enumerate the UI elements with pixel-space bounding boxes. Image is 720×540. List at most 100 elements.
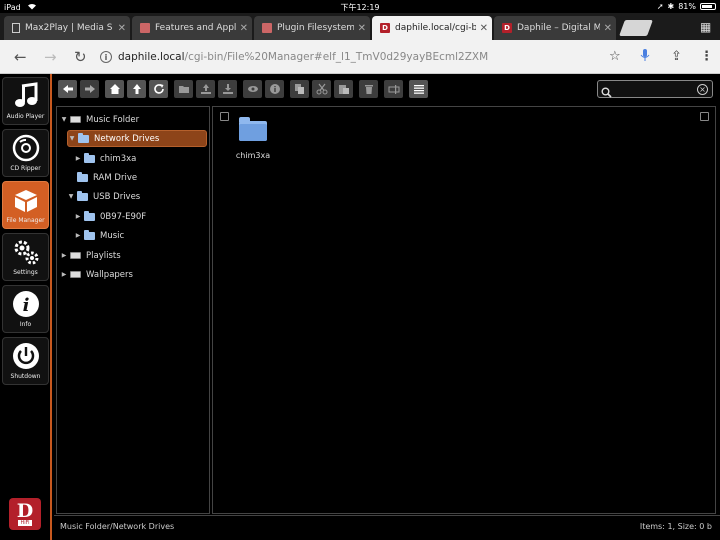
list-view-icon: [413, 85, 424, 94]
close-icon[interactable]: ✕: [604, 23, 612, 34]
cube-icon: [262, 23, 272, 33]
tab-strip: Max2Play | Media S ✕ Features and Applic…: [0, 13, 720, 40]
microphone-icon[interactable]: [640, 49, 650, 66]
clear-search-icon[interactable]: ×: [697, 84, 708, 95]
folder-icon: [77, 190, 88, 201]
nav-shutdown[interactable]: Shutdown: [2, 337, 49, 385]
tree-label: Wallpapers: [86, 269, 133, 280]
cut-button[interactable]: [312, 80, 331, 98]
nav-label: Shutdown: [10, 373, 41, 380]
forward-icon[interactable]: →: [44, 48, 57, 66]
new-tab-button[interactable]: [619, 20, 653, 36]
cd-icon: [12, 134, 39, 162]
forward-button[interactable]: [80, 80, 99, 98]
close-icon[interactable]: ✕: [118, 23, 126, 34]
network-folder-icon: [78, 132, 89, 143]
nav-label: Audio Player: [6, 113, 45, 120]
browser-tab[interactable]: Plugin Filesystem/ ✕: [254, 16, 370, 40]
music-note-icon: [14, 82, 37, 107]
nav-audio-player[interactable]: Audio Player: [2, 77, 49, 125]
more-icon[interactable]: ⋮: [700, 49, 713, 64]
power-icon: [12, 343, 39, 369]
tree-node-music[interactable]: ▶ Music: [74, 227, 124, 244]
url-host: daphile.local: [118, 51, 185, 63]
nav-file-manager[interactable]: File Manager: [2, 181, 49, 229]
nav-info[interactable]: i Info: [2, 285, 49, 333]
collapsed-arrow-icon[interactable]: ▶: [74, 155, 82, 162]
collapsed-arrow-icon[interactable]: ▶: [60, 252, 68, 259]
search-field[interactable]: ×: [597, 80, 713, 98]
preview-button[interactable]: [243, 80, 262, 98]
bluetooth-icon: ✱: [667, 2, 675, 11]
tree-node-music-folder[interactable]: ▼ Music Folder: [60, 111, 139, 128]
download-icon: [222, 84, 233, 94]
back-button[interactable]: [58, 80, 77, 98]
new-folder-button[interactable]: [174, 80, 193, 98]
url-field[interactable]: i daphile.local /cgi-bin/File%20Manager#…: [100, 45, 660, 69]
view-list-button[interactable]: [409, 80, 428, 98]
tree-node-usb-drives[interactable]: ▼ USB Drives: [67, 188, 140, 205]
url-path: /cgi-bin/File%20Manager#elf_l1_TmV0d29ya…: [184, 51, 489, 63]
item-checkbox[interactable]: [220, 112, 229, 121]
tree-label: Network Drives: [94, 133, 160, 144]
drive-icon: [70, 271, 81, 278]
tree-node-ram-drive[interactable]: RAM Drive: [67, 169, 137, 186]
browser-tab-active[interactable]: D daphile.local/cgi-bi ✕: [372, 16, 492, 40]
tab-label: Daphile – Digital Mu: [517, 23, 600, 33]
browser-tab[interactable]: Max2Play | Media S ✕: [4, 16, 130, 40]
close-icon[interactable]: ✕: [240, 23, 248, 34]
tree-node-chim3xa[interactable]: ▶ chim3xa: [74, 150, 136, 167]
select-all-checkbox[interactable]: [700, 112, 709, 121]
close-icon[interactable]: ✕: [358, 23, 366, 34]
ipad-screen: iPad 下午12:19 ➚ ✱ 81% Max2Play | Media S …: [0, 0, 720, 540]
tree-node-playlists[interactable]: ▶ Playlists: [60, 247, 121, 264]
reload-button[interactable]: [149, 80, 168, 98]
delete-button[interactable]: [359, 80, 378, 98]
file-name: chim3xa: [235, 151, 271, 160]
download-button[interactable]: [218, 80, 237, 98]
collapsed-arrow-icon[interactable]: ▶: [74, 213, 82, 220]
browser-tab[interactable]: D Daphile – Digital Mu ✕: [494, 16, 616, 40]
location-icon: ➚: [656, 2, 664, 11]
document-icon: [12, 23, 20, 33]
paste-button[interactable]: [334, 80, 353, 98]
battery-percent: 81%: [678, 2, 696, 11]
tree-node-network-drives[interactable]: ▼ Network Drives: [67, 130, 207, 147]
nav-label: Settings: [13, 269, 38, 276]
search-input[interactable]: [614, 82, 694, 96]
back-icon[interactable]: ←: [14, 48, 27, 66]
star-icon[interactable]: ☆: [609, 49, 621, 64]
nav-settings[interactable]: Settings: [2, 233, 49, 281]
browser-tab[interactable]: Features and Applic ✕: [132, 16, 252, 40]
file-manager-toolbar: ×: [54, 76, 720, 103]
battery-icon: [700, 3, 716, 10]
file-view[interactable]: chim3xa: [212, 106, 716, 514]
share-icon[interactable]: ⇪: [671, 49, 682, 64]
info-icon[interactable]: i: [100, 51, 112, 63]
drive-icon: [70, 252, 81, 259]
up-button[interactable]: [127, 80, 146, 98]
upload-button[interactable]: [196, 80, 215, 98]
collapsed-arrow-icon[interactable]: ▶: [74, 232, 82, 239]
collapsed-arrow-icon[interactable]: ▶: [60, 271, 68, 278]
home-button[interactable]: [105, 80, 124, 98]
box-icon: [14, 190, 37, 212]
close-icon[interactable]: ✕: [480, 23, 488, 34]
expanded-arrow-icon[interactable]: ▼: [67, 193, 75, 200]
tree-node-usb-0b97[interactable]: ▶ 0B97-E90F: [74, 208, 146, 225]
nav-cd-ripper[interactable]: CD Ripper: [2, 129, 49, 177]
tree-node-wallpapers[interactable]: ▶ Wallpapers: [60, 266, 133, 283]
tab-switcher-icon[interactable]: ▦: [700, 20, 711, 34]
expanded-arrow-icon[interactable]: ▼: [68, 135, 76, 142]
tree-label: Music Folder: [86, 114, 140, 125]
cube-icon: [140, 23, 150, 33]
info-button[interactable]: [265, 80, 284, 98]
copy-button[interactable]: [290, 80, 309, 98]
reload-icon[interactable]: ↻: [74, 48, 87, 66]
ios-status-bar: iPad 下午12:19 ➚ ✱ 81%: [0, 0, 720, 13]
expanded-arrow-icon[interactable]: ▼: [60, 116, 68, 123]
rename-button[interactable]: [384, 80, 403, 98]
home-icon: [109, 84, 120, 94]
folder-icon: [84, 229, 95, 240]
current-path: Music Folder/Network Drives: [60, 522, 175, 531]
